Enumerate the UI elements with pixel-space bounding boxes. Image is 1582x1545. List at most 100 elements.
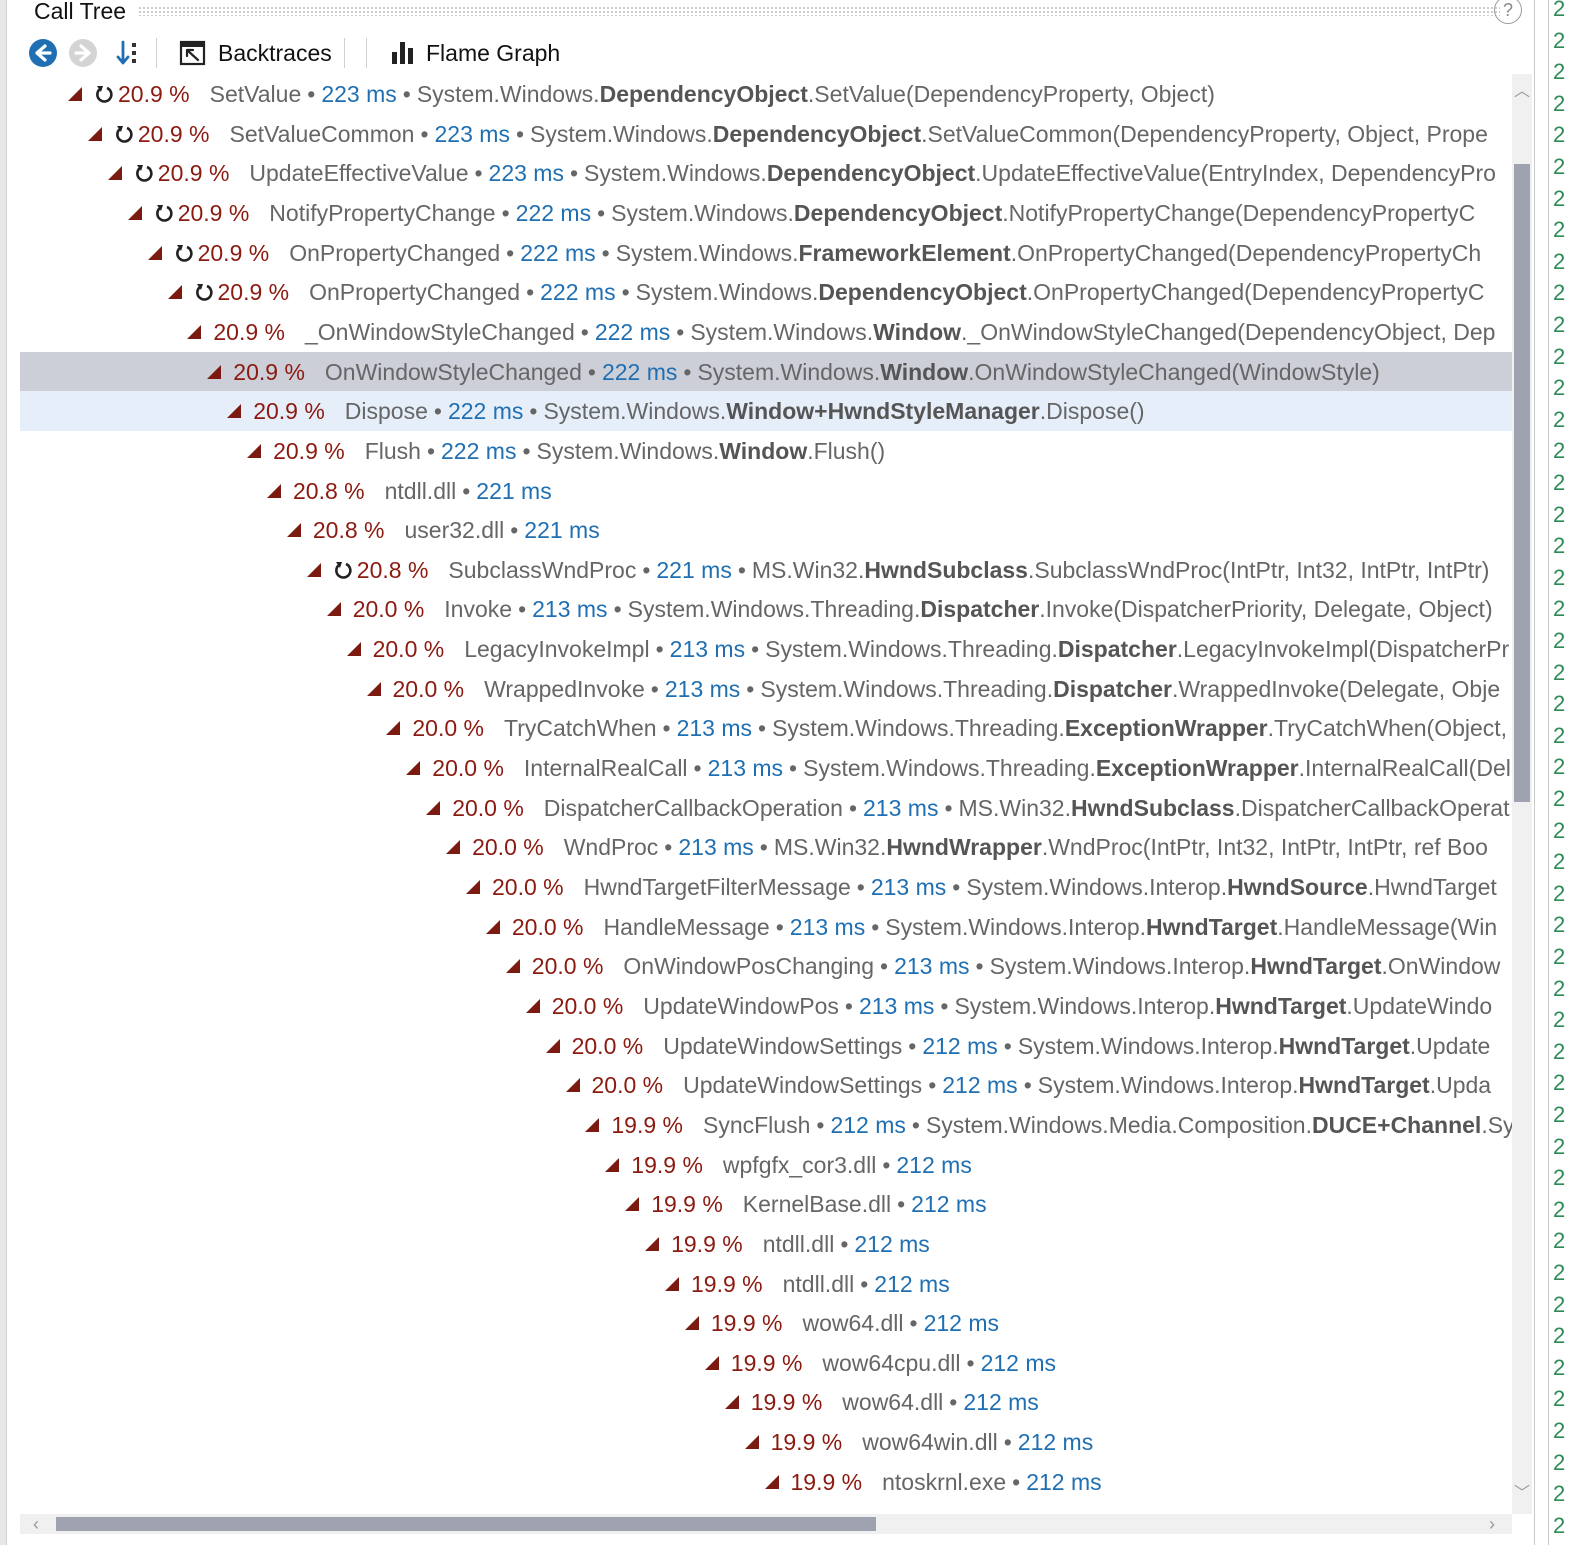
tree-row[interactable]: 20.9 % OnPropertyChanged • 222 ms • System.Wi…: [20, 272, 1512, 312]
tree-row[interactable]: 20.8 % user32.dll • 221 ms: [20, 510, 1512, 550]
tree-row[interactable]: 20.9 % Dispose • 222 ms • System.Windows. Wind…: [20, 391, 1512, 432]
expand-triangle-icon[interactable]: [585, 1117, 600, 1132]
separator-dot: •: [928, 1072, 937, 1099]
separator-dot: •: [462, 477, 471, 504]
horizontal-scrollbar[interactable]: ‹ ›: [20, 1514, 1512, 1534]
tree-row[interactable]: 20.9 % NotifyPropertyChange • 222 ms • System…: [20, 193, 1512, 233]
expand-triangle-icon[interactable]: [68, 87, 82, 101]
tree-row[interactable]: 20.0 % DispatcherCallbackOperation • 213 ms…: [20, 788, 1512, 828]
expand-triangle-icon[interactable]: [545, 1038, 560, 1053]
title-grip[interactable]: [138, 6, 1500, 16]
percent-value: 19.9 %: [710, 1310, 783, 1337]
scroll-up-icon[interactable]: ︿: [1512, 82, 1532, 102]
tree-row[interactable]: 20.9 % Flush • 222 ms • System.Windows. Window…: [20, 431, 1512, 471]
namespace: System.Windows.Threading.: [772, 715, 1065, 742]
expand-triangle-icon[interactable]: [406, 761, 421, 776]
expand-triangle-icon[interactable]: [386, 721, 401, 736]
expand-triangle-icon[interactable]: [227, 404, 242, 419]
tree-row[interactable]: 20.0 % WndProc • 213 ms • MS.Win32. HwndWrappe…: [20, 827, 1512, 867]
tree-row[interactable]: 20.0 % UpdateWindowSettings • 212 ms • System…: [20, 1026, 1512, 1066]
tree-row[interactable]: 20.0 % InternalRealCall • 213 ms • System.Win…: [20, 748, 1512, 788]
expand-triangle-icon[interactable]: [684, 1316, 699, 1331]
tree-row[interactable]: 19.9 % wow64cpu.dll • 212 ms: [20, 1343, 1512, 1383]
tree-row[interactable]: 19.9 % wow64.dll • 212 ms: [20, 1382, 1512, 1422]
back-button[interactable]: [28, 36, 58, 70]
expand-triangle-icon[interactable]: [147, 245, 162, 260]
tree-row[interactable]: 20.9 % SetValue • 223 ms • System.Windows. Dep…: [20, 74, 1512, 114]
expand-triangle-icon[interactable]: [167, 285, 182, 300]
expand-triangle-icon[interactable]: [665, 1276, 679, 1291]
expand-triangle-icon[interactable]: [764, 1474, 779, 1489]
expand-triangle-icon[interactable]: [565, 1078, 580, 1093]
tree-row[interactable]: 20.8 % ntdll.dll • 221 ms: [20, 471, 1512, 511]
expand-triangle-icon[interactable]: [446, 840, 461, 855]
tree-row[interactable]: 20.0 % TryCatchWhen • 213 ms • System.Windows…: [20, 708, 1512, 748]
expand-triangle-icon[interactable]: [645, 1236, 660, 1251]
tree-row[interactable]: 19.9 % ntdll.dll • 212 ms: [20, 1264, 1512, 1304]
tree-row[interactable]: 20.0 % HwndTargetFilterMessage • 213 ms • Sys…: [20, 867, 1512, 907]
tree-row[interactable]: 20.9 % _OnWindowStyleChanged • 222 ms • Syste…: [20, 312, 1512, 352]
expand-triangle-icon[interactable]: [306, 562, 321, 577]
tree-row[interactable]: 20.9 % UpdateEffectiveValue • 223 ms • System…: [20, 153, 1512, 193]
scroll-right-icon[interactable]: ›: [1482, 1514, 1502, 1534]
vertical-scroll-thumb[interactable]: [1514, 164, 1530, 802]
expand-triangle-icon[interactable]: [207, 364, 222, 379]
expand-triangle-icon[interactable]: [87, 126, 102, 141]
class-name: DependencyObject: [712, 120, 922, 147]
tree-row[interactable]: 20.0 % OnWindowPosChanging • 213 ms • System.…: [20, 946, 1512, 986]
expand-triangle-icon[interactable]: [426, 800, 441, 815]
expand-triangle-icon[interactable]: [485, 919, 500, 934]
tree-row[interactable]: 20.9 % SetValueCommon • 223 ms • System.Windo…: [20, 114, 1512, 154]
method-signature: .NotifyPropertyChange(DependencyProperty…: [1002, 199, 1476, 226]
call-tree[interactable]: 20.9 % SetValue • 223 ms • System.Windows. Dep…: [20, 74, 1512, 1514]
expand-triangle-icon[interactable]: [326, 602, 341, 617]
expand-triangle-icon[interactable]: [247, 443, 262, 458]
tree-row[interactable]: 19.9 % wow64.dll • 212 ms: [20, 1303, 1512, 1343]
expand-triangle-icon[interactable]: [505, 959, 520, 974]
tree-row[interactable]: 20.0 % HandleMessage • 213 ms • System.Window…: [20, 907, 1512, 947]
expand-triangle-icon[interactable]: [366, 681, 381, 696]
recursion-icon: [96, 86, 113, 103]
expand-triangle-icon[interactable]: [107, 166, 122, 181]
flame-graph-button[interactable]: Flame Graph: [390, 36, 560, 70]
scroll-left-icon[interactable]: ‹: [26, 1514, 46, 1534]
adjacent-panel-text: 2: [1553, 1133, 1566, 1159]
tree-row[interactable]: 19.9 % KernelBase.dll • 212 ms: [20, 1184, 1512, 1224]
tree-row-content: 20.0 % InternalRealCall • 213 ms • System.Win…: [406, 748, 1511, 788]
expand-triangle-icon[interactable]: [267, 483, 281, 498]
tree-row[interactable]: 20.0 % LegacyInvokeImpl • 213 ms • System.Win…: [20, 629, 1512, 669]
tree-row[interactable]: 20.9 % OnWindowStyleChanged • 222 ms • System…: [20, 351, 1512, 392]
tree-row[interactable]: 19.9 % SyncFlush • 212 ms • System.Windows.Me…: [20, 1105, 1512, 1145]
forward-button[interactable]: [68, 36, 98, 70]
tree-row[interactable]: 19.9 % ntdll.dll • 212 ms: [20, 1224, 1512, 1264]
tree-row[interactable]: 20.0 % UpdateWindowPos • 213 ms • System.Wind…: [20, 986, 1512, 1026]
vertical-scrollbar[interactable]: ︿ ﹀: [1512, 74, 1532, 1514]
tree-row[interactable]: 19.9 % wpfgfx_cor3.dll • 212 ms: [20, 1145, 1512, 1185]
expand-triangle-icon[interactable]: [286, 523, 301, 538]
tree-row[interactable]: 19.9 % ntoskrnl.exe • 212 ms: [20, 1462, 1512, 1502]
expand-triangle-icon[interactable]: [127, 205, 142, 220]
scroll-down-icon[interactable]: ﹀: [1512, 1484, 1532, 1504]
expand-triangle-icon[interactable]: [525, 998, 540, 1013]
expand-triangle-icon[interactable]: [187, 324, 202, 339]
horizontal-scroll-thumb[interactable]: [56, 1517, 876, 1531]
expand-triangle-icon[interactable]: [744, 1435, 759, 1450]
tree-row[interactable]: 19.9 % wow64win.dll • 212 ms: [20, 1422, 1512, 1462]
sort-button[interactable]: [114, 36, 144, 70]
tree-row[interactable]: 20.0 % WrappedInvoke • 213 ms • System.Window…: [20, 669, 1512, 709]
expand-triangle-icon[interactable]: [704, 1355, 719, 1370]
tree-row[interactable]: 20.0 % UpdateWindowSettings • 212 ms • System…: [20, 1065, 1512, 1105]
percent-value: 20.9 %: [137, 120, 210, 147]
expand-triangle-icon[interactable]: [625, 1197, 640, 1212]
tree-row[interactable]: 20.0 % Invoke • 213 ms • System.Windows.Threa…: [20, 589, 1512, 629]
expand-triangle-icon[interactable]: [605, 1157, 620, 1172]
help-icon[interactable]: ?: [1494, 0, 1522, 24]
backtraces-button[interactable]: Backtraces: [178, 36, 332, 70]
expand-triangle-icon[interactable]: [346, 642, 361, 657]
tree-row[interactable]: 20.9 % OnPropertyChanged • 222 ms • System.Wi…: [20, 233, 1512, 273]
expand-triangle-icon[interactable]: [724, 1395, 739, 1410]
tree-row-content: 20.0 % LegacyInvokeImpl • 213 ms • System.Win…: [346, 629, 1509, 669]
tree-row[interactable]: 20.8 % SubclassWndProc • 221 ms • MS.Win32. Hw…: [20, 550, 1512, 590]
method-signature: .OnPropertyChanged(DependencyPropertyCh: [1010, 239, 1482, 266]
expand-triangle-icon[interactable]: [466, 880, 480, 894]
